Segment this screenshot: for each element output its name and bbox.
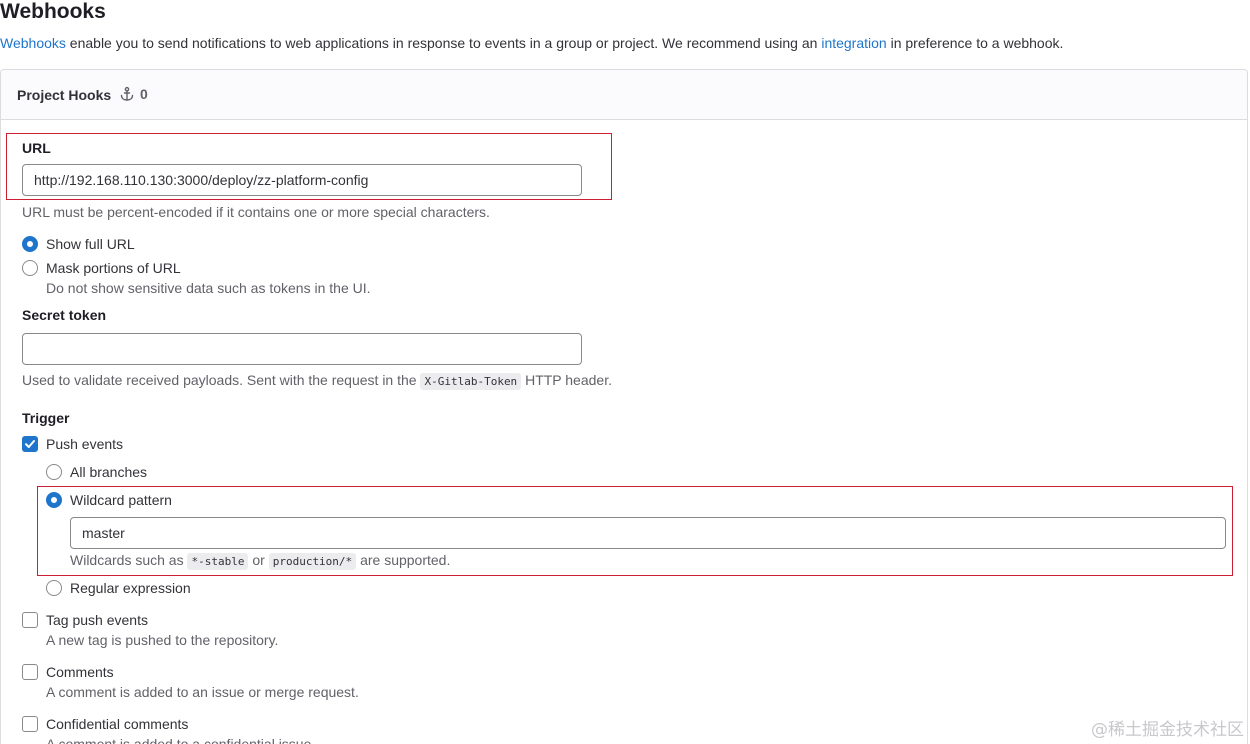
header-name-code: X-Gitlab-Token: [420, 373, 522, 390]
wildcard-help-or: or: [248, 552, 269, 568]
push-events-checkbox[interactable]: [22, 436, 38, 452]
secret-token-help-end: HTTP header.: [521, 372, 612, 388]
url-input[interactable]: [22, 164, 582, 196]
page-title: Webhooks: [0, 0, 106, 23]
intro-text: enable you to send notifications to web …: [65, 35, 822, 51]
page-intro: Webhooks enable you to send notification…: [0, 34, 1063, 52]
wildcard-example-code-2: production/*: [268, 553, 357, 570]
url-label: URL: [22, 140, 51, 156]
wildcard-help-end: are supported.: [356, 552, 451, 568]
mask-url-label[interactable]: Mask portions of URL: [46, 260, 181, 276]
hooks-count: 0: [119, 86, 148, 102]
project-hooks-title: Project Hooks: [17, 87, 112, 103]
watermark: @稀土掘金技术社区: [1091, 720, 1244, 740]
wildcard-help-text: Wildcards such as: [70, 552, 188, 568]
wildcard-example-code-1: *-stable: [187, 553, 249, 570]
tag-push-events-label[interactable]: Tag push events: [46, 612, 148, 628]
secret-token-input[interactable]: [22, 333, 582, 365]
card-header: Project Hooks 0: [1, 70, 1247, 120]
integration-link[interactable]: integration: [821, 35, 886, 51]
comments-label[interactable]: Comments: [46, 664, 114, 680]
show-full-url-radio[interactable]: [22, 236, 38, 252]
push-events-label[interactable]: Push events: [46, 436, 123, 452]
trigger-label: Trigger: [22, 410, 70, 426]
mask-url-radio[interactable]: [22, 260, 38, 276]
mask-url-help: Do not show sensitive data such as token…: [46, 280, 371, 296]
wildcard-pattern-label[interactable]: Wildcard pattern: [70, 492, 172, 508]
url-help: URL must be percent-encoded if it contai…: [22, 204, 490, 220]
intro-text-end: in preference to a webhook.: [886, 35, 1064, 51]
confidential-comments-help: A comment is added to a confidential iss…: [46, 736, 316, 744]
secret-token-help-text: Used to validate received payloads. Sent…: [22, 372, 421, 388]
secret-token-help: Used to validate received payloads. Sent…: [22, 372, 612, 390]
check-icon: [25, 440, 35, 448]
confidential-comments-checkbox[interactable]: [22, 716, 38, 732]
anchor-icon: [120, 86, 134, 101]
wildcard-pattern-input[interactable]: [70, 517, 1226, 549]
tag-push-events-help: A new tag is pushed to the repository.: [46, 632, 279, 648]
wildcard-pattern-radio[interactable]: [46, 492, 62, 508]
comments-help: A comment is added to an issue or merge …: [46, 684, 359, 700]
all-branches-radio[interactable]: [46, 464, 62, 480]
comments-checkbox[interactable]: [22, 664, 38, 680]
wildcard-help: Wildcards such as *-stable or production…: [70, 552, 451, 570]
hooks-count-value: 0: [140, 86, 148, 102]
webhooks-docs-link[interactable]: Webhooks: [0, 35, 66, 51]
regular-expression-label[interactable]: Regular expression: [70, 580, 191, 596]
tag-push-events-checkbox[interactable]: [22, 612, 38, 628]
regular-expression-radio[interactable]: [46, 580, 62, 596]
all-branches-label[interactable]: All branches: [70, 464, 147, 480]
show-full-url-label[interactable]: Show full URL: [46, 236, 135, 252]
confidential-comments-label[interactable]: Confidential comments: [46, 716, 188, 732]
secret-token-label: Secret token: [22, 307, 107, 323]
